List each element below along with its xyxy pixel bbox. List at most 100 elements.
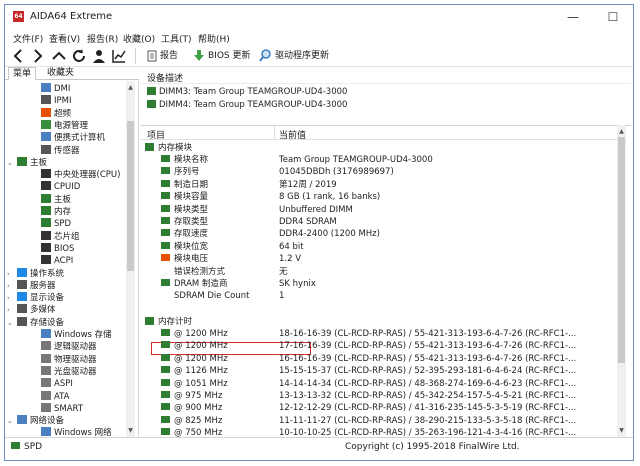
report-label: 报告 — [160, 51, 179, 61]
row-value: 无 — [279, 266, 288, 277]
table-row[interactable]: 制造日期 第12周 / 2019 — [141, 179, 617, 191]
table-row[interactable]: 模块位宽 64 bit — [141, 241, 617, 253]
table-row[interactable]: @ 1200 MHz 18-16-16-39 (CL-RCD-RP-RAS) / … — [141, 328, 617, 340]
tree-item[interactable]: 主板 — [41, 193, 71, 206]
scroll-up-icon[interactable]: ▲ — [126, 83, 135, 92]
menu-tools[interactable]: 工具(T) — [161, 32, 192, 45]
driver-update-button[interactable]: 驱动程序更新 — [259, 48, 329, 64]
scroll-down-icon[interactable]: ▼ — [126, 426, 135, 435]
tree-item[interactable]: ASPI — [41, 378, 73, 390]
column-value[interactable]: 当前值 — [279, 128, 306, 141]
table-row[interactable]: @ 1126 MHz 15-15-15-37 (CL-RCD-RP-RAS) / … — [141, 365, 617, 377]
minimize-button[interactable]: — — [553, 5, 593, 29]
user-icon[interactable] — [91, 48, 107, 64]
refresh-icon[interactable] — [71, 48, 87, 64]
table-row[interactable]: @ 1051 MHz 14-14-14-34 (CL-RCD-RP-RAS) / … — [141, 378, 617, 390]
table-row[interactable]: 模块名称 Team Group TEAMGROUP-UD4-3000 — [141, 154, 617, 166]
tree-item[interactable]: 传感器 — [41, 144, 80, 157]
device-item[interactable]: DIMM3: Team Group TEAMGROUP-UD4-3000 — [147, 86, 347, 98]
flame-icon — [41, 107, 51, 117]
expand-arrow-icon[interactable]: › — [7, 280, 15, 292]
bios-update-button[interactable]: BIOS 更新 — [193, 48, 251, 64]
table-row[interactable]: 模块容量 8 GB (1 rank, 16 banks) — [141, 191, 617, 203]
scroll-up-icon[interactable]: ▲ — [617, 127, 626, 136]
ram-icon — [161, 204, 170, 212]
table-row[interactable]: 错误检测方式无 — [141, 266, 617, 278]
tab-menu[interactable]: 菜单 — [8, 67, 37, 80]
table-row[interactable]: 存取速度 DDR4-2400 (1200 MHz) — [141, 228, 617, 240]
table-row[interactable]: 存取类型 DDR4 SDRAM — [141, 216, 617, 228]
menu-help[interactable]: 帮助(H) — [198, 32, 230, 45]
menu-view[interactable]: 查看(V) — [49, 32, 80, 45]
ram-icon — [161, 341, 170, 349]
details-scroll-thumb[interactable] — [618, 137, 625, 363]
tree-item[interactable]: ACPI — [41, 255, 73, 267]
tree-item[interactable]: 网络设备 — [17, 415, 64, 427]
back-icon[interactable] — [11, 48, 25, 64]
collapse-arrow-icon[interactable]: ⌄ — [7, 317, 15, 329]
tree-item[interactable]: 芯片组 — [41, 230, 80, 243]
table-row[interactable]: @ 900 MHz 12-12-12-29 (CL-RCD-RP-RAS) / 4… — [141, 402, 617, 414]
table-row[interactable]: DRAM 制造商 SK hynix — [141, 278, 617, 290]
table-row[interactable]: @ 975 MHz 13-13-13-32 (CL-RCD-RP-RAS) / 4… — [141, 390, 617, 402]
column-item[interactable]: 项目 — [147, 128, 165, 141]
menu-favorites[interactable]: 收藏(O) — [123, 32, 155, 45]
expand-arrow-icon[interactable]: › — [7, 304, 15, 316]
table-row[interactable]: SDRAM Die Count 1 — [141, 290, 617, 302]
tree-scroll-thumb[interactable] — [127, 121, 134, 271]
tree-item[interactable]: SMART — [41, 402, 83, 415]
tree-item[interactable]: 主板 — [17, 156, 47, 169]
table-row[interactable]: 模块电压 1.2 V — [141, 253, 617, 265]
up-icon[interactable] — [51, 48, 67, 64]
maximize-button[interactable]: ☐ — [593, 5, 633, 29]
app-window: 64 AIDA64 Extreme — ☐ ✕ 文件(F) 查看(V) 报告(R… — [4, 4, 634, 461]
expand-arrow-icon[interactable]: › — [7, 268, 15, 280]
tree-item[interactable]: 显示设备 — [17, 292, 64, 304]
menu-report[interactable]: 报告(R) — [87, 32, 118, 45]
table-row[interactable]: @ 825 MHz 11-11-11-27 (CL-RCD-RP-RAS) / 3… — [141, 415, 617, 427]
device-item[interactable]: DIMM4: Team Group TEAMGROUP-UD4-3000 — [147, 99, 347, 111]
tree-item[interactable]: 操作系统 — [17, 267, 64, 280]
table-row[interactable]: 模块类型 Unbuffered DIMM — [141, 204, 617, 216]
scroll-down-icon[interactable]: ▼ — [617, 426, 626, 435]
tree-item[interactable]: CPUID — [41, 181, 80, 193]
close-button[interactable]: ✕ — [633, 5, 634, 29]
tree-item[interactable]: 便携式计算机 — [41, 132, 105, 144]
tree-item[interactable]: 多媒体 — [17, 304, 56, 316]
table-row[interactable]: 序列号 01045DBDh (3176989697) — [141, 166, 617, 178]
status-copyright: Copyright (c) 1995-2018 FinalWire Ltd. — [345, 442, 520, 452]
expand-arrow-icon[interactable]: › — [7, 292, 15, 304]
tree-item[interactable]: 物理驱动器 — [41, 353, 97, 366]
tree-item[interactable]: 光盘驱动器 — [41, 365, 97, 378]
tree-item[interactable]: 电源管理 — [41, 119, 88, 132]
chart-icon[interactable] — [111, 48, 127, 64]
details-scrollbar[interactable]: ▲ ▼ — [617, 125, 626, 437]
collapse-arrow-icon[interactable]: ⌄ — [7, 157, 15, 169]
column-divider[interactable] — [274, 126, 275, 140]
tree-item[interactable]: 内存 — [41, 206, 71, 218]
tree-item[interactable]: 超频 — [41, 107, 71, 120]
tree-item[interactable]: SPD — [41, 218, 71, 230]
tree-item[interactable]: BIOS — [41, 242, 74, 255]
tree-item[interactable]: 存储设备 — [17, 316, 64, 329]
tree-item[interactable]: Windows 存储 — [41, 329, 112, 341]
ram-icon — [161, 378, 170, 386]
table-row[interactable]: @ 1200 MHz 17-16-16-39 (CL-RCD-RP-RAS) / … — [141, 340, 617, 352]
tree-item[interactable]: DMI — [41, 83, 70, 95]
forward-icon[interactable] — [31, 48, 45, 64]
tree-item[interactable]: ATA — [41, 390, 70, 403]
menu-file[interactable]: 文件(F) — [13, 32, 43, 45]
table-row[interactable]: @ 1200 MHz 16-16-16-39 (CL-RCD-RP-RAS) / … — [141, 353, 617, 365]
tree-item[interactable]: 逻辑驱动器 — [41, 341, 97, 353]
tree-item[interactable]: 服务器 — [17, 279, 56, 292]
tree-item[interactable]: IPMI — [41, 95, 71, 107]
tree-item[interactable]: Windows 网络 — [41, 427, 112, 437]
ram-icon — [161, 279, 170, 286]
window-title: AIDA64 Extreme — [30, 11, 113, 22]
tab-favorites[interactable]: 收藏夹 — [43, 67, 78, 80]
tree-scrollbar[interactable]: ▲ ▼ — [126, 81, 135, 437]
board-icon — [41, 193, 51, 203]
report-button[interactable]: 报告 — [147, 48, 178, 64]
collapse-arrow-icon[interactable]: ⌄ — [7, 415, 15, 427]
tree-item[interactable]: 中央处理器(CPU) — [41, 169, 120, 181]
